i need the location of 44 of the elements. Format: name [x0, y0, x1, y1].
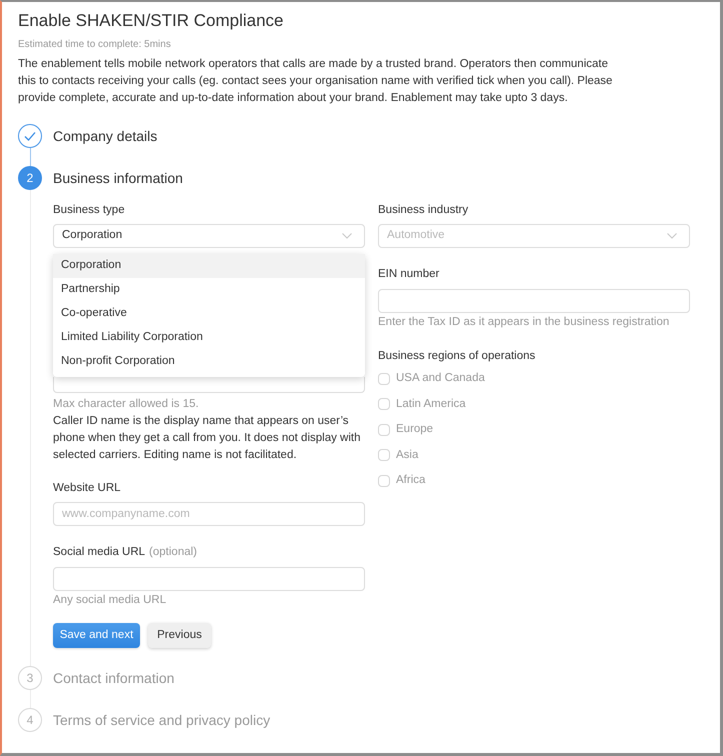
- website-url-input[interactable]: www.companyname.com: [53, 502, 365, 526]
- dropdown-option[interactable]: Co-operative: [53, 302, 365, 326]
- social-media-url-input[interactable]: [53, 567, 365, 591]
- checkbox[interactable]: [378, 398, 390, 410]
- checkbox[interactable]: [378, 449, 390, 462]
- step-title: Contact information: [53, 668, 176, 688]
- page-title: Enable SHAKEN/STIR Compliance: [18, 10, 285, 32]
- checkbox[interactable]: [378, 424, 390, 436]
- field-label: Business type: [53, 203, 126, 218]
- caller-id-description: Caller ID name is the display name that appears on user’s phone when they get a call from you. It does not display with selected carriers. Editing name is not facilitated.: [53, 414, 362, 463]
- step-number: 3: [18, 666, 42, 690]
- step-title: Terms of service and privacy policy: [53, 710, 272, 730]
- hint-text: Max character allowed is 15.: [53, 397, 200, 412]
- step-title: Company details: [53, 126, 158, 146]
- field-label: Website URL: [53, 481, 122, 496]
- dropdown-option[interactable]: Corporation: [53, 254, 365, 278]
- step-title: Business information: [53, 168, 184, 188]
- step-number: 2: [18, 166, 42, 190]
- field-label: EIN number: [378, 267, 440, 282]
- dropdown-option[interactable]: Partnership: [53, 278, 365, 302]
- business-type-dropdown[interactable]: Corporation: [53, 224, 365, 248]
- estimate-text: Estimated time to complete: 5mins: [18, 38, 172, 52]
- checkbox-label: Europe: [396, 422, 434, 438]
- hint-text: Any social media URL: [53, 593, 168, 608]
- chevron-down-icon: [342, 233, 352, 239]
- step-number: 4: [18, 708, 42, 732]
- ein-number-input[interactable]: [378, 289, 690, 313]
- previous-button[interactable]: Previous: [148, 623, 211, 648]
- dropdown-option[interactable]: Non-profit Corporation: [53, 350, 365, 374]
- input-field[interactable]: [53, 377, 365, 393]
- chevron-down-icon: [667, 233, 677, 239]
- checkbox[interactable]: [378, 474, 390, 487]
- dropdown-option[interactable]: Limited Liability Corporation: [53, 326, 365, 350]
- optional-note: (optional): [149, 545, 197, 560]
- checkbox-label: Asia: [396, 448, 418, 463]
- field-label: Social media URL: [53, 545, 146, 560]
- field-label: Business industry: [378, 203, 470, 218]
- checkbox-label: Latin America: [396, 396, 466, 412]
- description-text: The enablement tells mobile network operators that calls are made by a trusted brand. Operators then communicate this to contacts receiving your calls (eg. contact sees your organisation name with verified tick when you call). Please provide complete, accurate and up-to-date information about your brand. Enablement may take upto 3 days.: [18, 57, 614, 106]
- checkbox-label: USA and Canada: [396, 371, 485, 386]
- checkbox[interactable]: [378, 372, 390, 385]
- checkbox-label: Africa: [396, 473, 426, 488]
- hint-text: Enter the Tax ID as it appears in the business registration: [378, 315, 670, 330]
- field-label: Business regions of operations: [378, 349, 536, 364]
